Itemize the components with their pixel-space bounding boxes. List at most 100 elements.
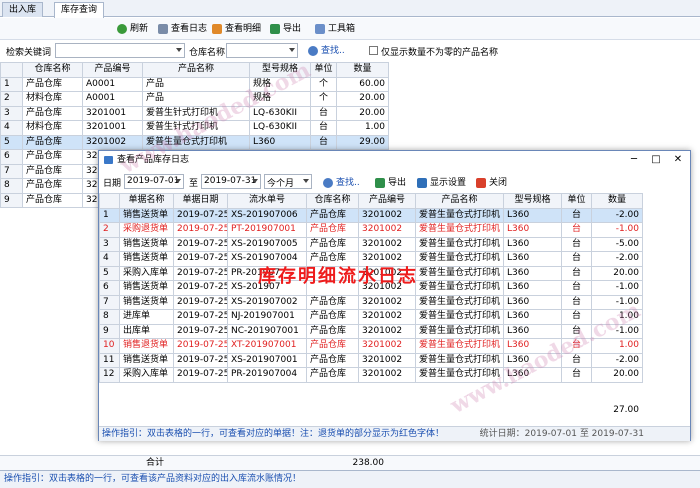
tab-inventory-query[interactable]: 库存查询 <box>54 2 105 18</box>
table-cell: 3201002 <box>358 367 416 383</box>
table-cell: 2 <box>0 91 23 107</box>
table-row[interactable]: 1 产品仓库 A0001 产品 规格个 60.00 <box>0 76 389 92</box>
warehouse-combo[interactable] <box>226 43 298 58</box>
table-cell: 2019-07-25 <box>173 222 228 238</box>
view-log-label: 查看日志 <box>171 24 208 34</box>
column-header[interactable]: 单位 <box>561 193 592 209</box>
refresh-button[interactable]: 刷新 <box>117 22 148 36</box>
date-to-field[interactable]: 2019-07-31 <box>201 174 261 189</box>
table-cell: 产品仓库 <box>306 236 359 252</box>
table-cell: 5 <box>0 134 23 150</box>
table-cell: XS-201907005 <box>227 236 307 252</box>
table-row[interactable]: 12 采购入库单 2019-07-25 PR-201907004 产品仓库 3201002… <box>99 367 643 383</box>
table-cell: 3201001 <box>82 120 143 136</box>
table-cell: 2019-07-25 <box>173 236 228 252</box>
tab-stock-io[interactable]: 出入库 <box>2 2 44 17</box>
table-cell: 爱普生量仓式打印机 <box>415 251 504 267</box>
column-header[interactable]: 型号规格 <box>503 193 562 209</box>
table-cell: L360 <box>503 236 562 252</box>
table-cell: XS-201907002 <box>227 294 307 310</box>
export-button[interactable]: 导出 <box>270 22 301 36</box>
column-header[interactable]: 流水单号 <box>227 193 307 209</box>
log-dialog: 查看产品库存日志 ─ □ ✕ 日期 2019-07-01 至 2019-07-3… <box>98 150 691 441</box>
warehouse-label: 仓库名称 <box>189 48 226 58</box>
dialog-search-button[interactable]: 查找.. <box>323 176 360 190</box>
dialog-export-button[interactable]: 导出 <box>375 176 406 190</box>
table-cell: 5 <box>99 265 120 281</box>
table-cell: L360 <box>503 265 562 281</box>
window-icon <box>104 156 113 164</box>
column-header[interactable]: 单位 <box>310 62 337 78</box>
table-cell: 9 <box>99 323 120 339</box>
date-from-value: 2019-07-01 <box>127 176 180 186</box>
table-cell: A0001 <box>82 76 143 92</box>
column-header[interactable]: 数量 <box>336 62 389 78</box>
table-cell: 爱普生量仓式打印机 <box>415 207 504 223</box>
column-header[interactable]: 产品名称 <box>415 193 504 209</box>
column-header[interactable] <box>0 62 23 78</box>
keyword-combo[interactable] <box>55 43 185 58</box>
table-cell: 3201002 <box>358 207 416 223</box>
total-label: 合计 <box>146 458 165 468</box>
period-select[interactable]: 今个月 <box>264 174 312 189</box>
table-cell: 爱普生量仓式打印机 <box>415 294 504 310</box>
table-row[interactable]: 2 采购退货单 2019-07-25 PT-201907001 产品仓库 3201002 爱… <box>99 222 643 238</box>
table-row[interactable]: 8 进库单 2019-07-25 NJ-201907001 产品仓库 3201002 爱普生… <box>99 309 643 325</box>
table-cell: 爱普生量仓式打印机 <box>415 352 504 368</box>
column-header[interactable]: 产品编号 <box>82 62 143 78</box>
table-cell: 3201001 <box>82 105 143 121</box>
column-header[interactable]: 产品编号 <box>358 193 416 209</box>
table-cell: 10 <box>99 338 120 354</box>
display-settings-label: 显示设置 <box>430 178 467 188</box>
table-cell: XS-201907001 <box>227 352 307 368</box>
table-cell: 2019-07-25 <box>173 309 228 325</box>
column-header[interactable]: 仓库名称 <box>306 193 359 209</box>
table-cell: 爱普生量仓式打印机 <box>415 280 504 296</box>
table-cell: 2 <box>99 222 120 238</box>
table-cell: 材料仓库 <box>22 91 83 107</box>
table-row[interactable]: 7 销售送货单 2019-07-25 XS-201907002 产品仓库 3201002 爱… <box>99 294 643 310</box>
table-cell: 1 <box>0 76 23 92</box>
table-cell: 6 <box>99 280 120 296</box>
tab-bar: 出入库 库存查询 <box>0 0 700 18</box>
column-header[interactable]: 单据名称 <box>119 193 174 209</box>
table-cell: 产品仓库 <box>306 294 359 310</box>
only-nonzero-checkbox[interactable] <box>369 46 378 55</box>
total-value: 238.00 <box>352 458 385 468</box>
table-cell: 产品仓库 <box>22 192 83 208</box>
view-log-button[interactable]: 查看日志 <box>158 22 207 36</box>
maximize-icon[interactable]: □ <box>646 151 666 169</box>
table-row[interactable]: 3 销售送货单 2019-07-25 XS-201907005 产品仓库 3201002 爱… <box>99 236 643 252</box>
toolbox-button[interactable]: 工具箱 <box>315 22 355 36</box>
table-row[interactable]: 2 材料仓库 A0001 产品 规格个 20.00 <box>0 91 389 107</box>
table-cell: 销售送货单 <box>119 207 174 223</box>
table-row[interactable]: 1 销售送货单 2019-07-25 XS-201907006 产品仓库 3201002 爱… <box>99 207 643 223</box>
column-header[interactable]: 产品名称 <box>142 62 250 78</box>
table-cell: 产品仓库 <box>306 367 359 383</box>
table-cell: 爱普生量仓式打印机 <box>415 236 504 252</box>
date-label: 日期 <box>103 179 122 189</box>
table-cell: 7 <box>0 163 23 179</box>
column-header[interactable]: 仓库名称 <box>22 62 83 78</box>
table-cell: 爱普生量仓式打印机 <box>415 338 504 354</box>
table-cell: 2019-07-25 <box>173 207 228 223</box>
dialog-status-text: 操作指引：双击表格的一行，可查看对应的单据！注：退货单的部分显示为红色字体！ <box>102 429 445 439</box>
table-cell: L360 <box>503 222 562 238</box>
search-button[interactable]: 查找.. <box>308 44 345 58</box>
table-cell: -5.00 <box>591 236 643 252</box>
minimize-icon[interactable]: ─ <box>624 151 644 169</box>
close-icon[interactable]: ✕ <box>668 151 688 169</box>
table-cell: 3201002 <box>358 323 416 339</box>
view-detail-button[interactable]: 查看明细 <box>212 22 261 36</box>
column-header[interactable] <box>99 193 120 209</box>
column-header[interactable]: 数量 <box>591 193 643 209</box>
dialog-close-button[interactable]: 关闭 <box>476 176 507 190</box>
overlay-title: 库存明细流水日志 <box>258 266 418 287</box>
table-cell: 产品 <box>142 76 250 92</box>
display-settings-button[interactable]: 显示设置 <box>417 176 466 190</box>
table-cell: 20.00 <box>591 265 643 281</box>
column-header[interactable]: 单据日期 <box>173 193 228 209</box>
table-cell: 3 <box>99 236 120 252</box>
table-cell: L360 <box>503 309 562 325</box>
export-icon <box>375 178 385 188</box>
